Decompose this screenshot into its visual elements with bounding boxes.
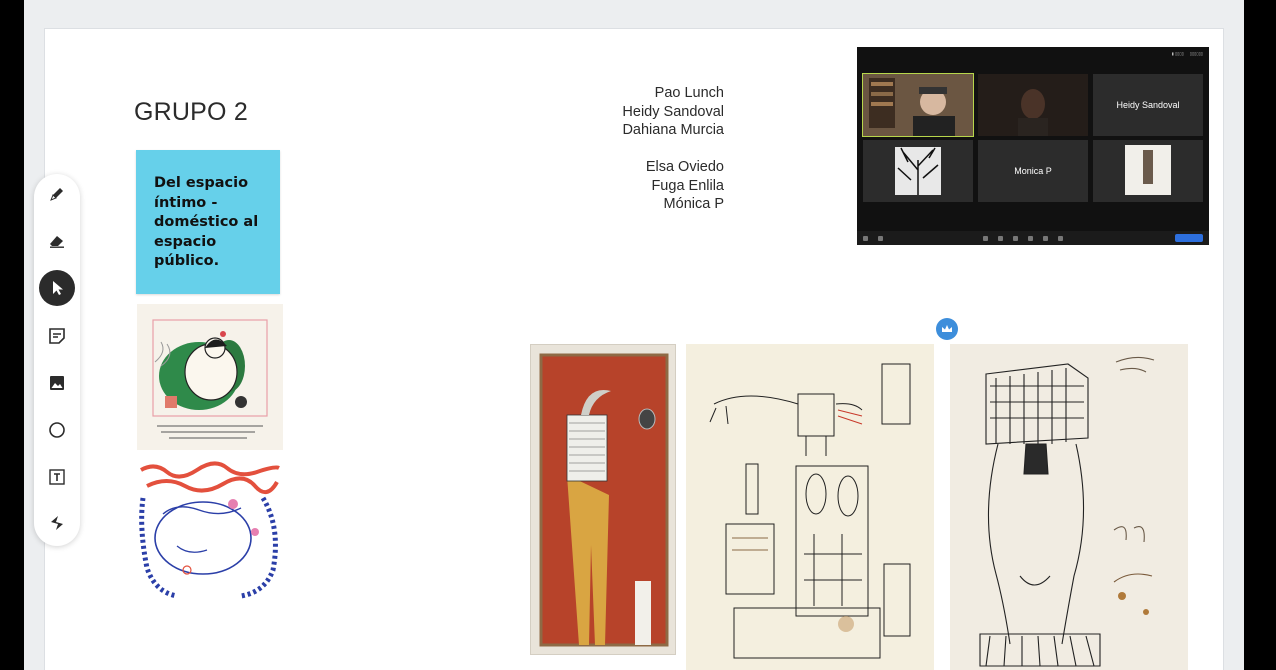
participant-tile: Heidy Sandoval — [1093, 74, 1203, 136]
participant-name: Monica P — [1014, 166, 1052, 176]
member-name: Elsa Oviedo — [645, 159, 724, 175]
member-name: Heidy Sandoval — [622, 103, 724, 120]
member-name: Fuga Enlila — [651, 177, 724, 194]
select-icon[interactable] — [39, 270, 75, 306]
participant-name: Heidy Sandoval — [1116, 100, 1180, 110]
illustration-woman-hugging[interactable] — [137, 304, 283, 450]
participant-tile — [978, 74, 1088, 136]
pen-icon[interactable] — [39, 176, 75, 212]
more-tools-icon[interactable] — [39, 505, 75, 541]
member-name: Pao Lunch — [654, 85, 724, 101]
video-call-controls — [857, 231, 1209, 245]
member-name: Dahiana Murcia — [622, 122, 724, 138]
video-call-screenshot[interactable]: ▮ ▯▯▯▯ ▯▯▯▯▯▯ Heidy Sandoval Monica P — [857, 47, 1209, 245]
artwork-femme-maison-sketch[interactable] — [950, 344, 1188, 670]
tool-palette — [34, 174, 80, 546]
screen: GRUPO 2 Del espacio íntimo - doméstico a… — [24, 0, 1244, 670]
participant-tile — [862, 73, 974, 137]
group-title: GRUPO 2 — [134, 98, 248, 126]
image-icon[interactable] — [39, 365, 75, 401]
participant-tile — [1093, 140, 1203, 202]
video-call-topbar: ▮ ▯▯▯▯ ▯▯▯▯▯▯ — [1171, 50, 1203, 56]
text-icon[interactable] — [39, 459, 75, 495]
participant-tile — [863, 140, 973, 202]
members-list: Pao Lunch Heidy Sandoval Dahiana Murcia … — [622, 84, 724, 214]
sticky-note-text: Del espacio íntimo - doméstico al espaci… — [154, 175, 259, 269]
artwork-femme-maison-painting[interactable] — [530, 344, 676, 655]
sticky-note-icon[interactable] — [39, 318, 75, 354]
leave-meeting-button[interactable] — [1175, 234, 1203, 242]
presenter-crown-icon[interactable] — [936, 318, 958, 340]
shape-icon[interactable] — [39, 412, 75, 448]
participant-tile: Monica P — [978, 140, 1088, 202]
artwork-ink-drawing-houses[interactable] — [686, 344, 934, 670]
eraser-icon[interactable] — [39, 222, 75, 258]
sticky-note[interactable]: Del espacio íntimo - doméstico al espaci… — [136, 150, 280, 294]
member-name: Mónica P — [663, 196, 724, 212]
illustration-merezco-el-espacio[interactable] — [137, 458, 283, 600]
participant-grid: Heidy Sandoval Monica P — [862, 73, 1203, 202]
